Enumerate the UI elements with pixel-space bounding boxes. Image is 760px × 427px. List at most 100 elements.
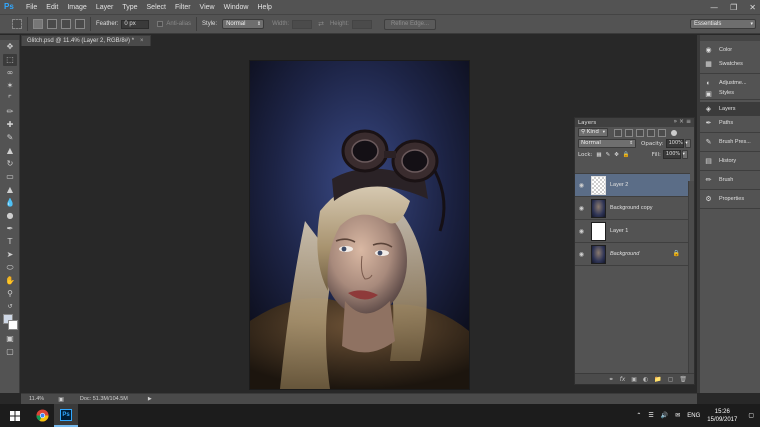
panel-menu-icon[interactable]: » × ≡ [673, 118, 691, 125]
dodge-tool-icon[interactable]: ● [3, 210, 17, 222]
rectangular-marquee-icon[interactable]: ⬚ [3, 54, 17, 66]
menu-file[interactable]: File [26, 4, 37, 11]
eraser-icon[interactable]: ▭ [3, 171, 17, 183]
layers-scrollbar[interactable] [688, 181, 694, 373]
height-input[interactable] [351, 19, 372, 29]
document-tab[interactable]: Glitch.psd @ 11.4% (Layer 2, RGB/8#) * × [21, 35, 151, 46]
subtract-selection-icon[interactable] [61, 19, 71, 29]
eye-icon[interactable]: ◉ [575, 228, 588, 235]
close-icon[interactable]: ✕ [749, 3, 756, 12]
paint-bucket-icon[interactable]: ▲ [3, 184, 17, 196]
antialias-checkbox[interactable] [157, 21, 164, 27]
workspace-dropdown[interactable]: Essentials ▾ [690, 19, 756, 29]
hand-tool-icon[interactable]: ✋ [3, 275, 17, 287]
pen-tool-icon[interactable]: ✒ [3, 223, 17, 235]
layer-name[interactable]: Layer 1 [610, 228, 628, 234]
new-selection-icon[interactable] [33, 19, 43, 29]
fx-icon[interactable]: fx [620, 376, 626, 383]
marquee-tool-preset-icon[interactable] [12, 19, 22, 29]
menu-layer[interactable]: Layer [96, 4, 114, 11]
healing-brush-icon[interactable]: ✚ [3, 119, 17, 131]
opacity-arrow[interactable]: ▾ [684, 139, 691, 148]
adjustment-icon[interactable]: ◐ [643, 376, 648, 383]
menu-filter[interactable]: Filter [175, 4, 191, 11]
panel-color[interactable]: ◉ Color [700, 43, 760, 57]
menu-window[interactable]: Window [224, 4, 249, 11]
quick-selection-icon[interactable]: ✶ [3, 80, 17, 92]
zoom-tool-icon[interactable]: ⚲ [3, 288, 17, 300]
swap-dimensions-icon[interactable]: ⇄ [318, 20, 324, 28]
eye-icon[interactable]: ◉ [575, 251, 588, 258]
layer-row[interactable]: ◉ Layer 2 [575, 174, 690, 197]
chrome-icon[interactable] [30, 404, 54, 427]
feather-input[interactable]: 0 px [121, 19, 150, 29]
clock[interactable]: 15:26 15/09/2017 [707, 408, 737, 424]
panel-layers[interactable]: ◈ Layers [700, 102, 760, 116]
blend-mode-dropdown[interactable]: Normal ⇕ [578, 139, 636, 148]
filter-type-icon[interactable] [636, 128, 644, 137]
filter-shape-icon[interactable] [647, 128, 655, 137]
color-swatches[interactable] [3, 314, 18, 332]
width-input[interactable] [292, 19, 313, 29]
status-menu-arrow-icon[interactable]: ▶ [148, 396, 152, 402]
filter-toggle-icon[interactable] [671, 129, 677, 136]
language-indicator[interactable]: ENG [687, 413, 700, 419]
opacity-input[interactable]: 100% [665, 139, 684, 148]
background-color-swatch[interactable] [8, 320, 18, 330]
minimize-icon[interactable]: — [710, 3, 718, 12]
menu-help[interactable]: Help [258, 4, 272, 11]
layer-name[interactable]: Background [610, 251, 639, 257]
brush-tool-icon[interactable]: ✎ [3, 132, 17, 144]
trash-icon[interactable]: 🗑 [679, 376, 687, 383]
filter-pixel-icon[interactable] [614, 128, 622, 137]
fill-input[interactable]: 100% [662, 150, 681, 159]
intersect-selection-icon[interactable] [75, 19, 85, 29]
notifications-icon[interactable]: ▢ [748, 412, 754, 419]
message-icon[interactable]: ✉ [675, 412, 680, 419]
layer-row[interactable]: ◉ Background 🔒 [575, 243, 690, 266]
panel-history[interactable]: ▤ History [700, 154, 760, 168]
menu-select[interactable]: Select [147, 4, 166, 11]
clone-stamp-icon[interactable]: ▲ [3, 145, 17, 157]
refine-edge-button[interactable]: Refine Edge... [383, 18, 436, 30]
layer-row[interactable]: ◉ Layer 1 [575, 220, 690, 243]
group-folder-icon[interactable]: 📁 [654, 376, 661, 383]
history-brush-icon[interactable]: ↻ [3, 158, 17, 170]
swap-colors-icon[interactable]: ↺ [3, 301, 17, 313]
chevron-up-icon[interactable]: ⌃ [636, 412, 641, 419]
layer-row[interactable]: ◉ Background copy [575, 197, 690, 220]
filter-smart-object-icon[interactable] [658, 128, 666, 137]
panel-properties[interactable]: ⚙ Properties [700, 192, 760, 206]
panel-brush-presets[interactable]: ✎ Brush Pres... [700, 135, 760, 149]
restore-icon[interactable]: ❐ [730, 3, 737, 12]
windows-start-icon[interactable] [0, 404, 30, 427]
filter-adjustment-icon[interactable] [625, 128, 633, 137]
quick-mask-icon[interactable]: ▣ [3, 333, 17, 345]
status-export-icon[interactable]: ▣ [58, 396, 64, 403]
screen-mode-icon[interactable]: ▢ [3, 346, 17, 358]
lock-position-icon[interactable]: ✥ [614, 152, 619, 158]
panel-swatches[interactable]: ▦ Swatches [700, 57, 760, 71]
add-selection-icon[interactable] [47, 19, 57, 29]
menu-view[interactable]: View [200, 4, 215, 11]
close-tab-icon[interactable]: × [140, 38, 144, 44]
lock-image-icon[interactable]: ✎ [606, 152, 611, 158]
panel-adjustments[interactable]: ◐ Adjustme... [700, 76, 760, 90]
lock-all-icon[interactable]: 🔒 [623, 152, 630, 158]
panel-brush[interactable]: ✏ Brush [700, 173, 760, 187]
filter-kind-dropdown[interactable]: ⚲ Kind ▾ [578, 128, 608, 137]
path-selection-icon[interactable]: ➤ [3, 249, 17, 261]
panel-paths[interactable]: ✒ Paths [700, 116, 760, 130]
menu-type[interactable]: Type [122, 4, 137, 11]
photoshop-taskbar-icon[interactable]: Ps [54, 404, 78, 427]
move-tool-icon[interactable]: ✥ [3, 41, 17, 53]
shape-tool-icon[interactable]: ⬭ [3, 262, 17, 274]
new-layer-icon[interactable]: ▢ [668, 376, 674, 383]
layer-name[interactable]: Background copy [610, 205, 653, 211]
blur-tool-icon[interactable]: 💧 [3, 197, 17, 209]
fill-arrow[interactable]: ▾ [681, 150, 688, 159]
layer-name[interactable]: Layer 2 [610, 182, 628, 188]
eyedropper-icon[interactable]: ✏ [3, 106, 17, 118]
style-dropdown[interactable]: Normal ⇕ [222, 19, 265, 29]
eye-icon[interactable]: ◉ [575, 182, 588, 189]
